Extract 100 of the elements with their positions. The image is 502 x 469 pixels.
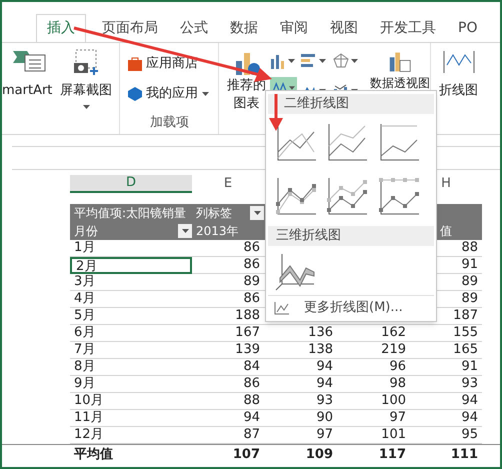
- value-cell: 89: [461, 274, 478, 289]
- caret-icon: [254, 211, 260, 215]
- filter-button[interactable]: [178, 224, 192, 238]
- caret-icon: [319, 59, 326, 64]
- value-cell: 89: [243, 274, 260, 289]
- value-cell: 162: [381, 325, 406, 340]
- pivot-values-label: 平均值项:太阳镜销量: [73, 205, 188, 222]
- value-cell: 89: [461, 291, 478, 306]
- value-cell: 167: [235, 325, 260, 340]
- smartart-icon: [12, 49, 46, 73]
- caret-icon: [202, 92, 209, 96]
- value-cell: 86: [243, 376, 260, 391]
- value-cell: 188: [235, 308, 260, 323]
- month-cell: 11月: [70, 410, 192, 427]
- value-cell: 165: [453, 342, 478, 357]
- value-cell: 86: [243, 291, 260, 306]
- value-cell: 88: [243, 393, 260, 408]
- total-label: 平均值: [73, 446, 114, 461]
- value-cell: 91: [461, 257, 478, 272]
- ribbon-tab[interactable]: PO: [452, 14, 484, 42]
- chart-question-icon: [234, 51, 260, 77]
- ribbon-tab[interactable]: 视图: [324, 14, 364, 42]
- screenshot-icon: [72, 49, 100, 77]
- total-cell-text: 107: [232, 446, 261, 461]
- month-cell: 9月: [70, 376, 192, 393]
- line-chart-icon[interactable]: [376, 176, 421, 216]
- value-cell: 100: [381, 393, 406, 408]
- value-cell: 97: [316, 427, 333, 442]
- value-cell: 90: [316, 410, 333, 425]
- month-cell: 8月: [70, 359, 192, 376]
- value-cell: 94: [316, 359, 333, 374]
- month-cell: 7月: [70, 342, 192, 359]
- value-cell: 101: [381, 427, 406, 442]
- caret-icon: [182, 229, 188, 233]
- value-cell: 96: [389, 359, 406, 374]
- value-cell: 94: [461, 410, 478, 425]
- ribbon-tab[interactable]: 审阅: [274, 14, 314, 42]
- value-cell: 95: [461, 427, 478, 442]
- screenshot-button[interactable]: 屏幕截图: [60, 81, 112, 100]
- ribbon-tab[interactable]: 插入: [36, 14, 86, 42]
- value-cell: 94: [316, 376, 333, 391]
- more-line-charts-item[interactable]: 更多折线图(M)...: [268, 295, 434, 319]
- value-cell: 94: [461, 393, 478, 408]
- month-cell: 3月: [70, 274, 192, 291]
- total-cell-text: 109: [304, 446, 334, 461]
- ribbon-tab[interactable]: 公式: [174, 14, 214, 42]
- ribbon-tab[interactable]: 数据: [224, 14, 264, 42]
- column-chart-icon[interactable]: [270, 53, 286, 70]
- column-header[interactable]: D: [70, 175, 192, 193]
- total-cell-text: 111: [450, 446, 479, 461]
- section-header: 三维折线图: [268, 226, 434, 246]
- sparkline-line-button[interactable]: 折线图: [439, 81, 478, 100]
- value-cell: 155: [453, 325, 478, 340]
- value-cell: 86: [243, 240, 260, 255]
- column-header[interactable]: E: [192, 175, 264, 193]
- column-labels: 列标签: [196, 205, 232, 222]
- section-header: 二维折线图: [268, 94, 434, 114]
- total-cell-text: 117: [378, 446, 407, 461]
- smartart-button[interactable]: martArt: [2, 81, 52, 100]
- month-cell: 10月: [70, 393, 192, 410]
- sparkline-icon: [442, 49, 474, 75]
- group-label: 加载项: [150, 114, 190, 132]
- month-cell: 5月: [70, 308, 192, 325]
- value-cell: 84: [243, 359, 260, 374]
- value-cell: 87: [243, 427, 260, 442]
- value-cell: 98: [389, 376, 406, 391]
- row-labels: 月份: [74, 223, 98, 240]
- value-cell: 97: [389, 410, 406, 425]
- month-cell: 6月: [70, 325, 192, 342]
- value-cell: 93: [461, 376, 478, 391]
- ribbon-tab[interactable]: 页面布局: [96, 14, 164, 42]
- ribbon-tab[interactable]: 开发工具: [374, 14, 442, 42]
- value-cell: 139: [235, 342, 260, 357]
- line-chart-icon[interactable]: [325, 176, 370, 216]
- caret-icon: [82, 104, 90, 108]
- month-cell: 12月: [70, 427, 192, 444]
- radar-chart-icon[interactable]: [332, 53, 349, 70]
- line-chart-icon[interactable]: [274, 176, 318, 216]
- value-cell: 187: [453, 308, 478, 323]
- month-cell: 4月: [70, 291, 192, 308]
- value-cell: 86: [243, 257, 260, 272]
- value-cell: 91: [461, 359, 478, 374]
- shopping-bag-icon: [128, 57, 142, 71]
- value-cell: 219: [381, 342, 406, 357]
- my-apps-button[interactable]: 我的应用: [128, 84, 198, 104]
- month-cell: 1月: [70, 240, 192, 257]
- total-header: 值: [439, 223, 453, 240]
- bar-chart-icon[interactable]: [301, 53, 318, 70]
- year-header: 2013年: [195, 223, 240, 240]
- value-cell: 88: [461, 240, 478, 255]
- arrow: [269, 94, 283, 131]
- pivot-chart-icon: [388, 51, 412, 73]
- caret-icon: [350, 59, 358, 64]
- value-cell: 93: [316, 393, 333, 408]
- filter-button[interactable]: [250, 206, 264, 220]
- cube-icon: [128, 87, 142, 101]
- value-cell: 136: [308, 325, 333, 340]
- month-cell: 2月: [70, 257, 192, 274]
- caret-icon: [288, 59, 296, 64]
- line-chart-icon: [274, 300, 290, 314]
